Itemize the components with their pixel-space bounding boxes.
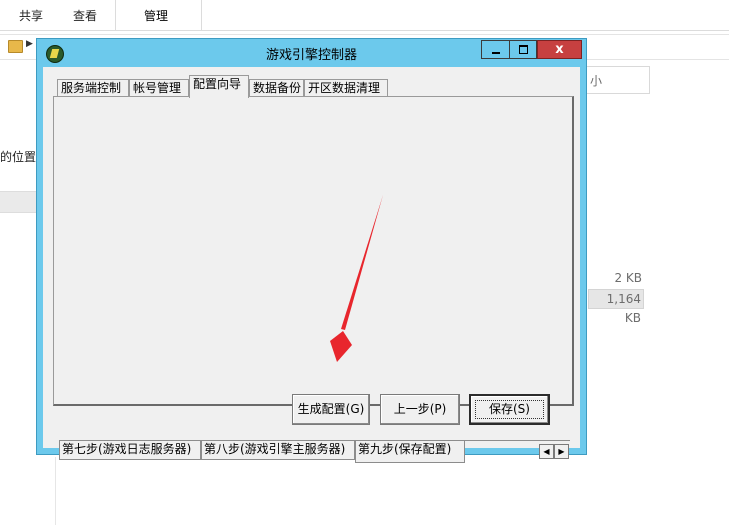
tab-data-backup[interactable]: 数据备份 bbox=[249, 79, 304, 97]
folder-icon bbox=[8, 40, 23, 53]
chevron-right-icon[interactable]: ▶ bbox=[26, 39, 33, 49]
tab-server-data-cleanup[interactable]: 开区数据清理 bbox=[304, 79, 388, 97]
ribbon-tab-manage[interactable]: 管理 bbox=[115, 0, 202, 30]
file-size-selected[interactable]: 1,164 KB bbox=[588, 289, 644, 325]
nav-location-label[interactable]: 的位置 bbox=[0, 148, 36, 165]
ribbon-tab-manage-label: 管理 bbox=[144, 9, 169, 23]
tab-server-control[interactable]: 服务端控制 bbox=[57, 79, 129, 97]
focus-rect bbox=[475, 400, 544, 419]
engine-controller-window: 游戏引擎控制器 x 服务端控制 帐号管理 配置向导 数据备份 开区数据清理 生成… bbox=[36, 38, 587, 463]
step-tabstrip: 第七步(游戏日志服务器) 第八步(游戏引擎主服务器) 第九步(保存配置) bbox=[59, 441, 570, 463]
file-size: 2 KB bbox=[614, 271, 642, 285]
tab-config-wizard[interactable]: 配置向导 bbox=[189, 75, 249, 98]
search-input[interactable]: 小 bbox=[586, 66, 650, 94]
search-placeholder: 小 bbox=[590, 74, 603, 88]
scroll-right-icon[interactable]: ▶ bbox=[554, 444, 569, 459]
minimize-button[interactable] bbox=[481, 40, 510, 59]
maximize-button[interactable] bbox=[510, 40, 537, 59]
nav-selected-item[interactable] bbox=[0, 191, 36, 213]
step-tab-7[interactable]: 第七步(游戏日志服务器) bbox=[59, 441, 201, 460]
explorer-ribbon: 共享 查看 管理 bbox=[0, 0, 729, 31]
save-button[interactable]: 保存(S) bbox=[469, 394, 550, 425]
config-wizard-panel bbox=[53, 96, 574, 406]
scroll-left-icon[interactable]: ◀ bbox=[539, 444, 554, 459]
tab-account-management[interactable]: 帐号管理 bbox=[129, 79, 189, 97]
step-tab-8[interactable]: 第八步(游戏引擎主服务器) bbox=[201, 441, 355, 460]
ribbon-tab-share[interactable]: 共享 bbox=[19, 7, 43, 24]
close-button[interactable]: x bbox=[537, 40, 582, 59]
window-client-area: 服务端控制 帐号管理 配置向导 数据备份 开区数据清理 生成配置(G) 上一步(… bbox=[43, 67, 580, 463]
nav-divider bbox=[55, 457, 56, 525]
generate-config-button[interactable]: 生成配置(G) bbox=[292, 394, 370, 425]
previous-step-button[interactable]: 上一步(P) bbox=[380, 394, 460, 425]
step-tab-9[interactable]: 第九步(保存配置) bbox=[355, 441, 465, 463]
title-bar[interactable]: 游戏引擎控制器 x bbox=[37, 39, 586, 67]
ribbon-tab-view[interactable]: 查看 bbox=[73, 7, 97, 24]
